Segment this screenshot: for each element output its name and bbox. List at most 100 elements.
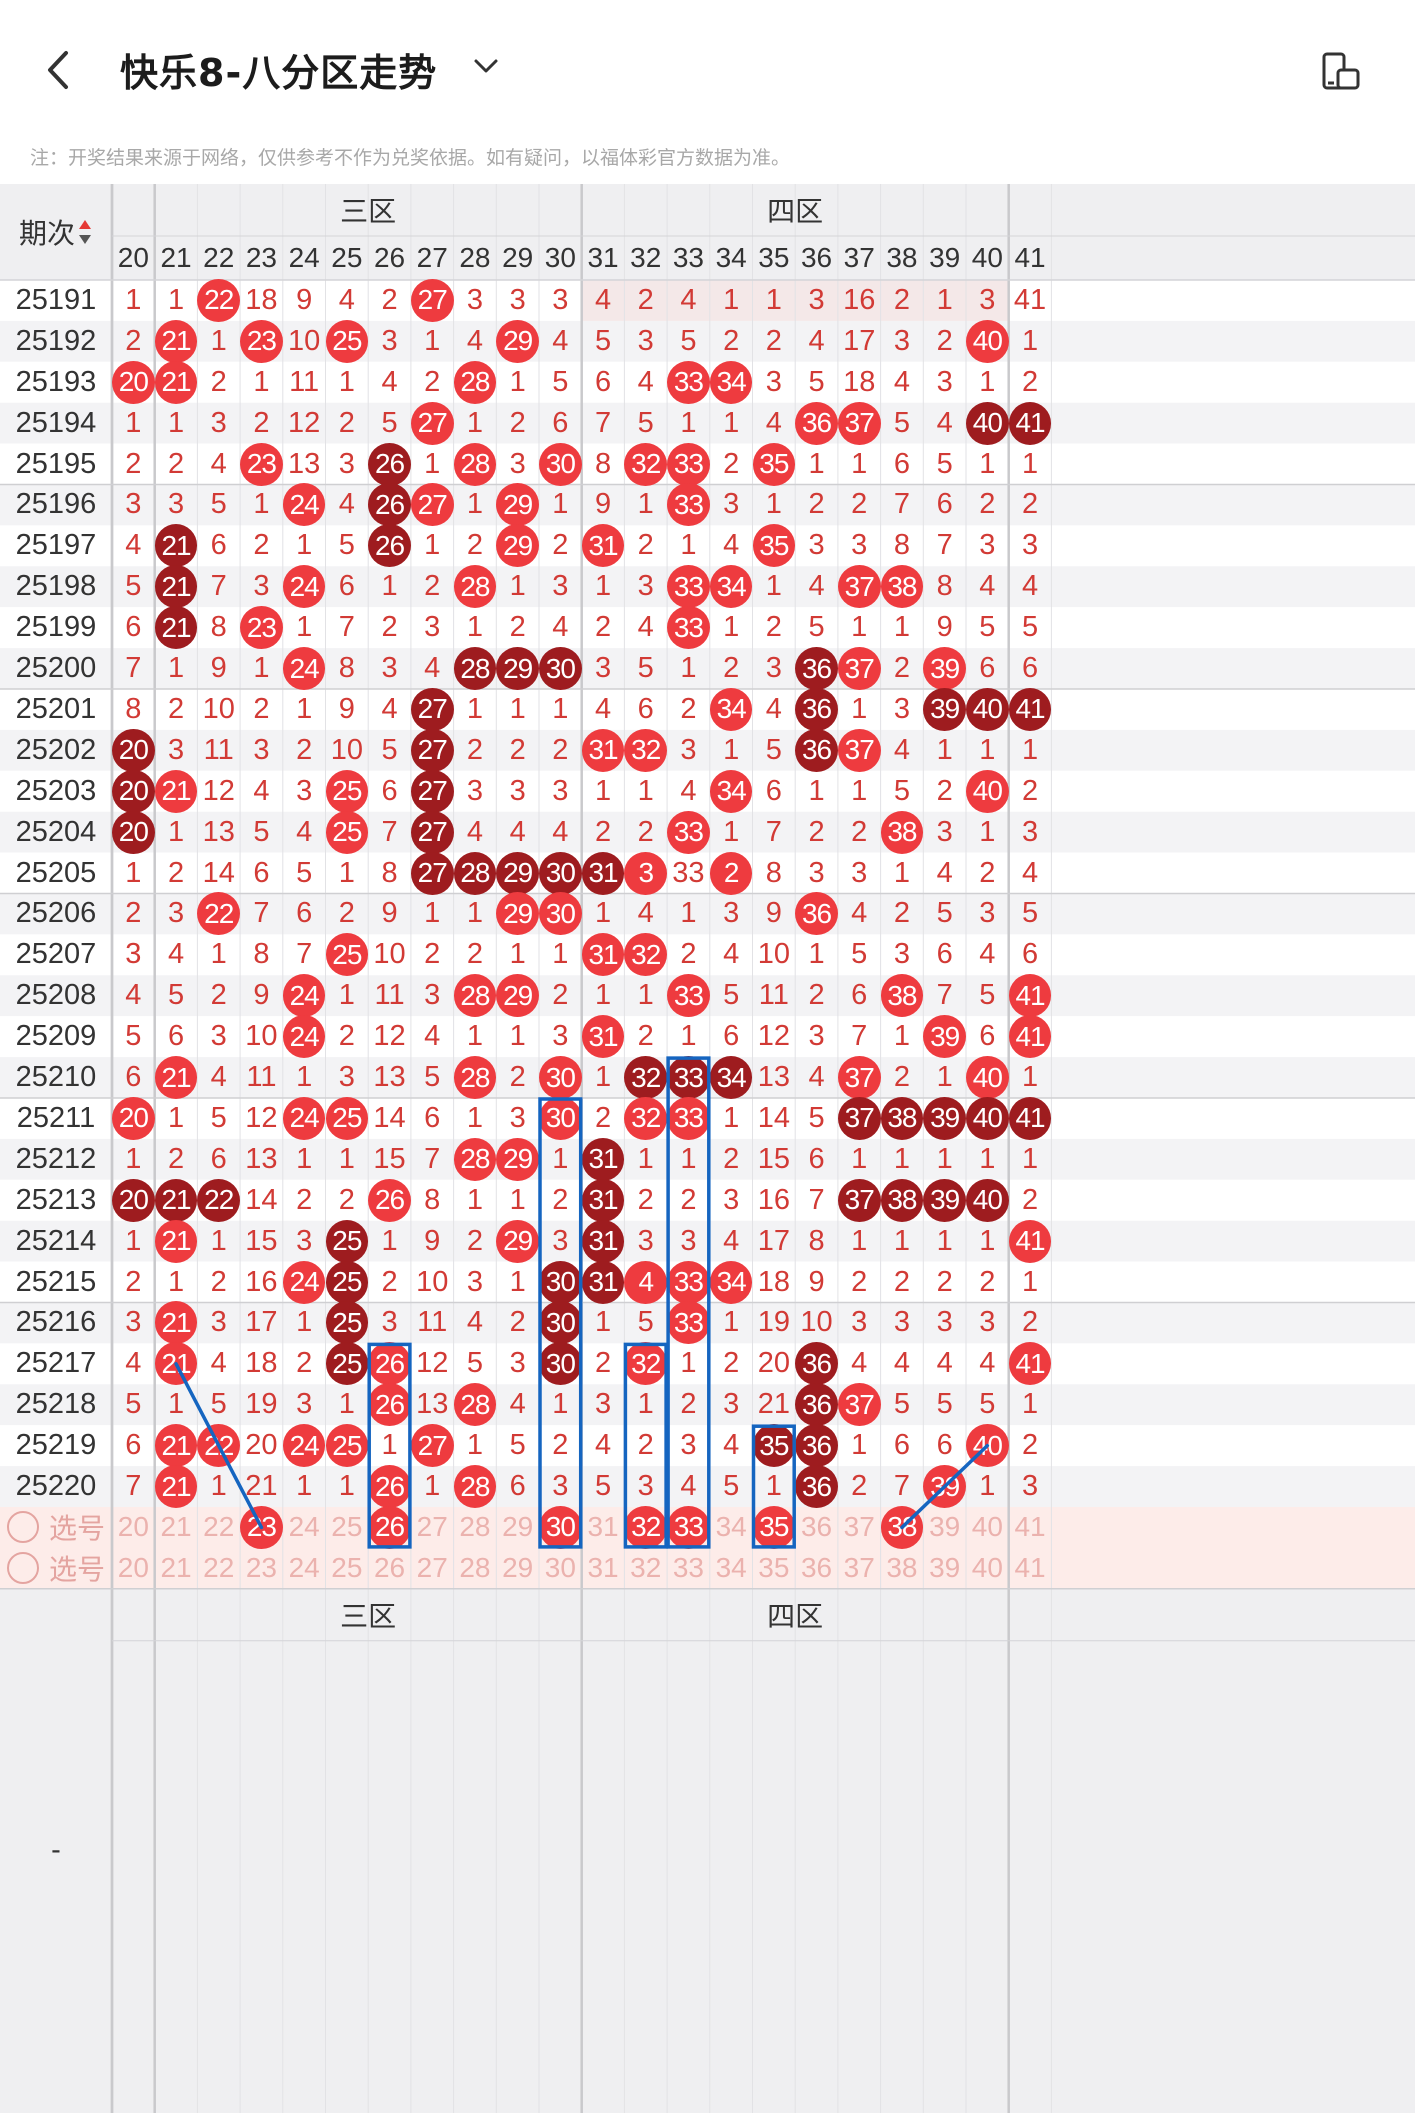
pick-number[interactable]: 31: [587, 1552, 618, 1584]
pick-number[interactable]: 41: [1014, 1552, 1045, 1584]
selected-pick-ball[interactable]: 38: [880, 1505, 924, 1549]
pick-cell[interactable]: 39: [923, 1548, 966, 1589]
pick-cell[interactable]: 23: [240, 1548, 283, 1589]
pick-number[interactable]: 21: [160, 1511, 191, 1543]
pick-cell[interactable]: 28: [454, 1548, 497, 1589]
chevron-left-icon[interactable]: [40, 45, 80, 95]
pick-number[interactable]: 37: [844, 1552, 875, 1584]
chevron-down-icon[interactable]: [472, 52, 500, 80]
pick-number[interactable]: 39: [929, 1511, 960, 1543]
pick-cell[interactable]: 32: [624, 1548, 667, 1589]
pick-cell[interactable]: 41: [1009, 1548, 1052, 1589]
pick-cell[interactable]: 31: [582, 1548, 625, 1589]
pick-number[interactable]: 25: [331, 1552, 362, 1584]
pick-row-label[interactable]: 选号: [0, 1507, 112, 1548]
pick-cell[interactable]: 21: [155, 1507, 198, 1548]
selected-pick-ball[interactable]: 30: [539, 1505, 582, 1549]
pick-row-label[interactable]: 选号: [0, 1548, 112, 1589]
pick-number[interactable]: 34: [716, 1552, 747, 1584]
pick-number[interactable]: 28: [459, 1552, 490, 1584]
pick-number[interactable]: 27: [417, 1552, 448, 1584]
pick-number[interactable]: 29: [502, 1552, 533, 1584]
pick-cell[interactable]: 26: [368, 1505, 411, 1549]
selected-pick-ball[interactable]: 35: [752, 1505, 796, 1549]
pick-cell[interactable]: 40: [966, 1507, 1009, 1548]
pick-number[interactable]: 37: [844, 1511, 875, 1543]
pick-cell[interactable]: 26: [368, 1548, 411, 1589]
pick-number[interactable]: 41: [1014, 1511, 1045, 1543]
pick-cell[interactable]: 22: [197, 1507, 240, 1548]
table-cell: 35: [752, 442, 796, 486]
pick-number[interactable]: 22: [203, 1511, 234, 1543]
pick-number[interactable]: 28: [459, 1511, 490, 1543]
pick-number[interactable]: 24: [289, 1511, 320, 1543]
pick-number[interactable]: 33: [673, 1552, 704, 1584]
pick-cell[interactable]: 25: [326, 1507, 369, 1548]
pick-number[interactable]: 36: [801, 1552, 832, 1584]
pick-cell[interactable]: 39: [923, 1507, 966, 1548]
pick-cell[interactable]: 28: [454, 1507, 497, 1548]
selected-pick-ball[interactable]: 23: [240, 1505, 283, 1549]
pick-cell[interactable]: 27: [411, 1548, 454, 1589]
pick-cell[interactable]: 38: [881, 1548, 924, 1589]
pick-number[interactable]: 25: [331, 1511, 362, 1543]
pick-cell[interactable]: 30: [539, 1505, 582, 1549]
pick-cell[interactable]: 24: [283, 1548, 326, 1589]
selected-pick-ball[interactable]: 32: [624, 1505, 668, 1549]
pick-cell[interactable]: 37: [838, 1548, 881, 1589]
pick-number[interactable]: 31: [587, 1511, 618, 1543]
pick-cell[interactable]: 30: [539, 1548, 582, 1589]
radio-button[interactable]: [6, 1552, 39, 1585]
pick-cell[interactable]: 36: [795, 1548, 838, 1589]
pick-cell[interactable]: 20: [112, 1507, 155, 1548]
page-title[interactable]: 快乐8-八分区走势: [120, 42, 437, 97]
pick-number[interactable]: 26: [374, 1552, 405, 1584]
pick-cell[interactable]: 25: [326, 1548, 369, 1589]
pick-cell[interactable]: 40: [966, 1548, 1009, 1589]
pick-cell[interactable]: 34: [710, 1548, 753, 1589]
screen-rotate-icon[interactable]: [1318, 50, 1362, 94]
pick-cell[interactable]: 33: [667, 1548, 710, 1589]
omission-count: 3: [979, 1306, 996, 1339]
pick-number[interactable]: 27: [417, 1511, 448, 1543]
pick-number[interactable]: 29: [502, 1511, 533, 1543]
pick-cell[interactable]: 37: [838, 1507, 881, 1548]
pick-cell[interactable]: 35: [753, 1548, 796, 1589]
pick-cell[interactable]: 29: [496, 1507, 539, 1548]
pick-cell[interactable]: 36: [795, 1507, 838, 1548]
pick-number[interactable]: 21: [160, 1552, 191, 1584]
pick-number[interactable]: 20: [118, 1511, 149, 1543]
pick-number[interactable]: 24: [289, 1552, 320, 1584]
pick-number[interactable]: 39: [929, 1552, 960, 1584]
pick-number[interactable]: 23: [246, 1552, 277, 1584]
pick-cell[interactable]: 31: [582, 1507, 625, 1548]
sort-updown-icon[interactable]: [77, 217, 93, 247]
pick-number[interactable]: 34: [716, 1511, 747, 1543]
pick-number[interactable]: 22: [203, 1552, 234, 1584]
selected-pick-ball[interactable]: 26: [368, 1505, 411, 1549]
selected-pick-ball[interactable]: 33: [667, 1505, 710, 1549]
pick-number[interactable]: 32: [630, 1552, 661, 1584]
pick-cell[interactable]: 38: [880, 1505, 924, 1549]
pick-number[interactable]: 30: [545, 1552, 576, 1584]
pick-number[interactable]: 36: [801, 1511, 832, 1543]
pick-number[interactable]: 38: [886, 1552, 917, 1584]
pick-cell[interactable]: 23: [240, 1505, 283, 1549]
pick-cell[interactable]: 35: [752, 1505, 796, 1549]
pick-cell[interactable]: 32: [624, 1505, 668, 1549]
pick-cell[interactable]: 27: [411, 1507, 454, 1548]
pick-cell[interactable]: 21: [155, 1548, 198, 1589]
pick-cell[interactable]: 22: [197, 1548, 240, 1589]
pick-number[interactable]: 40: [972, 1511, 1003, 1543]
pick-number[interactable]: 40: [972, 1552, 1003, 1584]
pick-cell[interactable]: 33: [667, 1505, 710, 1549]
pick-cell[interactable]: 24: [283, 1507, 326, 1548]
pick-number[interactable]: 20: [118, 1552, 149, 1584]
pick-cell[interactable]: 41: [1009, 1507, 1052, 1548]
pick-cell[interactable]: 29: [496, 1548, 539, 1589]
radio-button[interactable]: [6, 1511, 39, 1544]
pick-cell[interactable]: 20: [112, 1548, 155, 1589]
pick-number[interactable]: 35: [758, 1552, 789, 1584]
pick-cell[interactable]: 34: [710, 1507, 753, 1548]
period-header[interactable]: 期次: [0, 184, 112, 280]
